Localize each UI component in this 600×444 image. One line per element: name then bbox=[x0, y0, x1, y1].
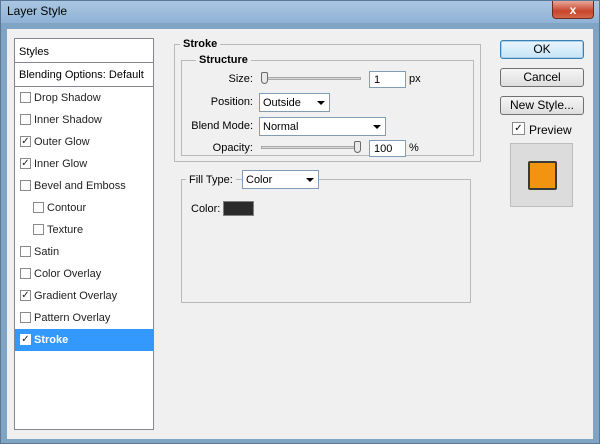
style-checkbox[interactable] bbox=[20, 114, 31, 125]
style-preview bbox=[510, 143, 573, 207]
chevron-down-icon bbox=[317, 101, 325, 105]
close-button[interactable]: x bbox=[552, 1, 594, 19]
style-item-label: Stroke bbox=[34, 334, 69, 346]
style-item-label: Inner Glow bbox=[34, 158, 88, 170]
style-item-label: Drop Shadow bbox=[34, 92, 101, 104]
style-checkbox[interactable]: ✓ bbox=[20, 334, 31, 345]
style-item-outer-glow[interactable]: ✓ Outer Glow bbox=[15, 131, 153, 153]
style-item-inner-shadow[interactable]: Inner Shadow bbox=[15, 109, 153, 131]
size-label: Size: bbox=[228, 73, 253, 85]
blending-options-item[interactable]: Blending Options: Default bbox=[15, 63, 153, 87]
styles-header[interactable]: Styles bbox=[15, 39, 153, 63]
style-checkbox[interactable] bbox=[20, 92, 31, 103]
style-item-pattern-overlay[interactable]: Pattern Overlay bbox=[15, 307, 153, 329]
style-item-label: Bevel and Emboss bbox=[34, 180, 126, 192]
color-label: Color: bbox=[191, 203, 221, 215]
style-item-bevel-and-emboss[interactable]: Bevel and Emboss bbox=[15, 175, 153, 197]
chevron-down-icon bbox=[373, 125, 381, 129]
opacity-label: Opacity: bbox=[212, 142, 253, 154]
close-icon: x bbox=[569, 2, 577, 17]
style-item-label: Texture bbox=[47, 224, 84, 236]
structure-group-title: Structure bbox=[196, 54, 251, 66]
blend-mode-label: Blend Mode: bbox=[191, 120, 253, 132]
size-unit: px bbox=[409, 73, 421, 85]
style-item-label: Inner Shadow bbox=[34, 114, 102, 126]
blend-mode-dropdown[interactable]: Normal bbox=[259, 117, 386, 136]
style-checkbox[interactable] bbox=[20, 312, 31, 323]
size-slider-track[interactable] bbox=[261, 77, 361, 80]
style-item-contour[interactable]: Contour bbox=[15, 197, 153, 219]
size-slider-thumb[interactable] bbox=[261, 72, 268, 84]
style-checkbox[interactable] bbox=[20, 246, 31, 257]
style-item-label: Satin bbox=[34, 246, 60, 258]
dialog-client-area: Styles Blending Options: Default Drop Sh… bbox=[7, 29, 593, 439]
style-item-drop-shadow[interactable]: Drop Shadow bbox=[15, 87, 153, 109]
stroke-group-title: Stroke bbox=[180, 38, 221, 50]
fill-type-value: Color bbox=[246, 174, 273, 186]
opacity-input[interactable]: 100 bbox=[369, 140, 406, 157]
opacity-slider-thumb[interactable] bbox=[354, 141, 361, 153]
preview-label: Preview bbox=[529, 123, 572, 137]
stroke-color-swatch[interactable] bbox=[223, 201, 254, 216]
style-checkbox[interactable] bbox=[33, 202, 44, 213]
style-checkbox[interactable] bbox=[20, 180, 31, 191]
fill-type-label: Fill Type: bbox=[186, 174, 236, 186]
position-label: Position: bbox=[210, 96, 253, 108]
style-checkbox[interactable]: ✓ bbox=[20, 136, 31, 147]
ok-button[interactable]: OK bbox=[500, 40, 584, 59]
fill-type-group bbox=[181, 179, 471, 303]
blend-mode-value: Normal bbox=[263, 121, 299, 133]
style-item-color-overlay[interactable]: Color Overlay bbox=[15, 263, 153, 285]
style-item-inner-glow[interactable]: ✓ Inner Glow bbox=[15, 153, 153, 175]
style-checkbox[interactable] bbox=[33, 224, 44, 235]
size-input[interactable]: 1 bbox=[369, 71, 406, 88]
layer-style-window: Layer Style x Styles Blending Options: D… bbox=[0, 0, 600, 444]
cancel-button[interactable]: Cancel bbox=[500, 68, 584, 87]
position-value: Outside bbox=[263, 97, 301, 109]
style-checkbox[interactable]: ✓ bbox=[20, 290, 31, 301]
style-item-texture[interactable]: Texture bbox=[15, 219, 153, 241]
style-checkbox[interactable] bbox=[20, 268, 31, 279]
new-style-button[interactable]: New Style... bbox=[500, 96, 584, 115]
style-item-label: Gradient Overlay bbox=[34, 290, 118, 302]
window-title: Layer Style bbox=[7, 4, 68, 18]
preview-checkbox[interactable]: ✓ bbox=[512, 122, 525, 135]
opacity-unit: % bbox=[409, 142, 419, 154]
position-dropdown[interactable]: Outside bbox=[259, 93, 330, 112]
preview-swatch bbox=[528, 161, 557, 190]
style-item-gradient-overlay[interactable]: ✓ Gradient Overlay bbox=[15, 285, 153, 307]
chevron-down-icon bbox=[306, 178, 314, 182]
style-checkbox[interactable]: ✓ bbox=[20, 158, 31, 169]
title-bar[interactable]: Layer Style x bbox=[1, 1, 599, 23]
styles-list: Styles Blending Options: Default Drop Sh… bbox=[14, 38, 154, 430]
style-item-stroke[interactable]: ✓ Stroke bbox=[15, 329, 153, 351]
style-item-satin[interactable]: Satin bbox=[15, 241, 153, 263]
style-item-label: Outer Glow bbox=[34, 136, 90, 148]
fill-type-dropdown[interactable]: Color bbox=[242, 170, 319, 189]
style-items: Drop Shadow Inner Shadow ✓ Outer Glow ✓ Inner… bbox=[15, 87, 153, 351]
style-item-label: Pattern Overlay bbox=[34, 312, 111, 324]
opacity-slider-track[interactable] bbox=[261, 146, 361, 149]
style-item-label: Color Overlay bbox=[34, 268, 102, 280]
style-item-label: Contour bbox=[47, 202, 87, 214]
